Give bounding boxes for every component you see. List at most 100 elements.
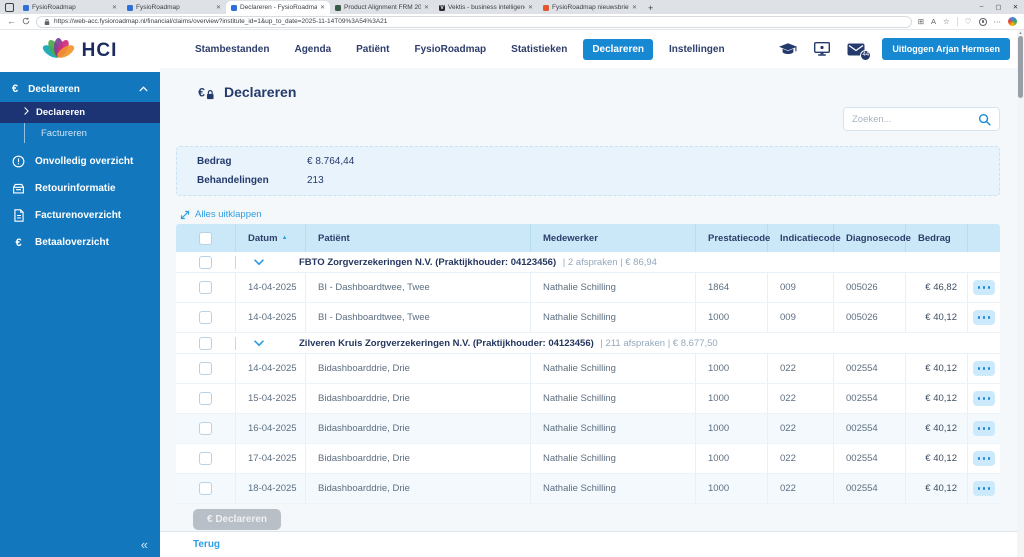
browser-tab[interactable]: FysioRoadmap✕ (18, 1, 122, 14)
address-bar[interactable]: https://web-acc.fysioroadmap.nl/financia… (36, 16, 912, 28)
chevron-down-icon[interactable] (236, 259, 281, 266)
select-all-checkbox[interactable] (199, 232, 212, 245)
sidebar-item-facturenoverzicht[interactable]: Facturenoverzicht (0, 203, 160, 228)
row-actions-button[interactable] (973, 391, 995, 406)
minimize-button[interactable]: – (973, 0, 990, 13)
sidebar-item-label: Betaaloverzicht (35, 237, 109, 248)
sidebar-item-onvolledig-overzicht[interactable]: Onvolledig overzicht (0, 149, 160, 174)
sidebar-parent-label: Declareren (28, 84, 80, 95)
search-input[interactable] (852, 114, 974, 125)
row-checkbox[interactable] (199, 452, 212, 465)
row-checkbox[interactable] (199, 311, 212, 324)
row-actions-button[interactable] (973, 310, 995, 325)
back-icon[interactable]: ← (7, 17, 16, 26)
workspace-icon[interactable] (5, 3, 14, 12)
cell-datum: 14-04-2025 (236, 303, 306, 332)
cell-medewerker: Nathalie Schilling (531, 414, 696, 443)
claim-row: 14-04-2025BI - Dashboardtwee, TweeNathal… (176, 303, 1000, 333)
split-screen-icon[interactable]: ⊞ (918, 17, 924, 26)
tab-close-icon[interactable]: ✕ (528, 4, 533, 11)
exclamation-circle-icon (12, 155, 25, 168)
cell-diagnosecode: 002554 (834, 414, 906, 443)
close-window-button[interactable]: ✕ (1007, 0, 1024, 13)
bedrag-label: Bedrag (197, 156, 307, 167)
nav-item-instellingen[interactable]: Instellingen (660, 39, 734, 60)
expand-all-link[interactable]: Alles uitklappen (180, 209, 262, 220)
cell-prestatiecode: 1000 (696, 444, 768, 473)
nav-item-stambestanden[interactable]: Stambestanden (186, 39, 278, 60)
main-area: Stambestanden Agenda Patiënt FysioRoadmap St… (160, 30, 1024, 557)
browser-tab[interactable]: FysioRoadmap✕ (122, 1, 226, 14)
tab-close-icon[interactable]: ✕ (320, 4, 325, 11)
column-header-actions (968, 224, 1000, 252)
tab-close-icon[interactable]: ✕ (632, 4, 637, 11)
page-title-text: Declareren (224, 84, 296, 100)
row-actions-button[interactable] (973, 421, 995, 436)
monitor-icon[interactable] (814, 42, 830, 56)
favorites-star-icon[interactable]: ☆ (943, 17, 950, 26)
new-tab-button[interactable]: + (648, 3, 653, 13)
row-actions-button[interactable] (973, 481, 995, 496)
mail-icon[interactable]: 44 (847, 43, 865, 56)
nav-item-pati-nt[interactable]: Patiënt (347, 39, 398, 60)
read-aloud-icon[interactable]: A (931, 17, 936, 26)
browser-url-bar: ← https://web-acc.fysioroadmap.nl/financ… (0, 14, 1024, 30)
collapse-sidebar-icon[interactable]: « (141, 537, 148, 552)
column-header-datum[interactable]: Datum▲ (236, 224, 306, 252)
group-meta: | 211 afspraken | € 8.677,50 (598, 338, 718, 349)
claim-group-row[interactable]: FBTO Zorgverzekeringen N.V. (Praktijkhou… (176, 252, 1000, 273)
browser-tab[interactable]: VVektis - business intelligence cen...✕ (434, 1, 538, 14)
sidebar-item-factureren[interactable]: Factureren (24, 123, 160, 143)
nav-item-statistieken[interactable]: Statistieken (502, 39, 576, 60)
scrollbar-thumb[interactable] (1018, 36, 1023, 98)
declare-button[interactable]: € Declareren (193, 509, 281, 530)
row-checkbox[interactable] (199, 362, 212, 375)
row-checkbox[interactable] (199, 392, 212, 405)
row-actions-button[interactable] (973, 280, 995, 295)
row-actions-button[interactable] (973, 361, 995, 376)
sidebar-item-declareren-parent[interactable]: € Declareren (0, 76, 160, 102)
cell-bedrag: € 46,82 (906, 273, 968, 302)
tab-close-icon[interactable]: ✕ (112, 4, 117, 11)
refresh-icon[interactable] (22, 17, 30, 27)
maximize-button[interactable]: ▢ (990, 0, 1007, 13)
group-checkbox[interactable] (199, 256, 212, 269)
row-checkbox[interactable] (199, 482, 212, 495)
search-icon[interactable] (978, 113, 991, 126)
logout-button[interactable]: Uitloggen Arjan Hermsen (882, 38, 1010, 60)
scrollbar-up-arrow[interactable]: ▲ (1017, 30, 1024, 35)
nav-item-fysioroadmap[interactable]: FysioRoadmap (405, 39, 495, 60)
sidebar-item-retourinformatie[interactable]: Retourinformatie (0, 176, 160, 201)
claim-group-row[interactable]: Zilveren Kruis Zorgverzekeringen N.V. (P… (176, 333, 1000, 354)
euro-lock-icon: € (198, 85, 215, 100)
collections-icon[interactable]: ♡ (965, 17, 972, 26)
browser-tab[interactable]: Product Alignment FRM 2025.xlsx✕ (330, 1, 434, 14)
browser-profile-icon[interactable] (1008, 17, 1017, 26)
row-actions-button[interactable] (973, 451, 995, 466)
sidebar-item-betaaloverzicht[interactable]: €Betaaloverzicht (0, 230, 160, 255)
cell-prestatiecode: 1000 (696, 354, 768, 383)
browser-tab[interactable]: Declareren - FysioRoadmap✕ (226, 1, 330, 14)
hci-pinwheel-icon (43, 37, 73, 65)
spreadsheet-favicon (335, 5, 341, 11)
nav-item-declareren[interactable]: Declareren (583, 39, 653, 60)
nav-item-agenda[interactable]: Agenda (285, 39, 340, 60)
more-menu-icon[interactable]: ⋯ (994, 17, 1002, 26)
summary-row-behandelingen: Behandelingen 213 (197, 175, 979, 186)
row-checkbox[interactable] (199, 281, 212, 294)
tab-close-icon[interactable]: ✕ (424, 4, 429, 11)
tab-close-icon[interactable]: ✕ (216, 4, 221, 11)
browser-scrollbar[interactable]: ▲ (1017, 30, 1024, 557)
vektis-favicon: V (439, 5, 445, 11)
group-checkbox[interactable] (199, 337, 212, 350)
browser-tab[interactable]: FysioRoadmap nieuwsbrief | nov...✕ (538, 1, 642, 14)
tab-strip: FysioRoadmap✕FysioRoadmap✕Declareren - F… (18, 1, 642, 14)
sidebar-item-declareren[interactable]: Declareren (0, 102, 160, 123)
chevron-down-icon[interactable] (236, 340, 281, 347)
graduation-cap-icon[interactable] (779, 43, 797, 56)
mail-badge: 44 (860, 50, 871, 61)
row-checkbox[interactable] (199, 422, 212, 435)
column-header-patient: Patiënt (306, 224, 531, 252)
back-link[interactable]: Terug (193, 539, 220, 550)
account-icon[interactable] (979, 18, 987, 26)
